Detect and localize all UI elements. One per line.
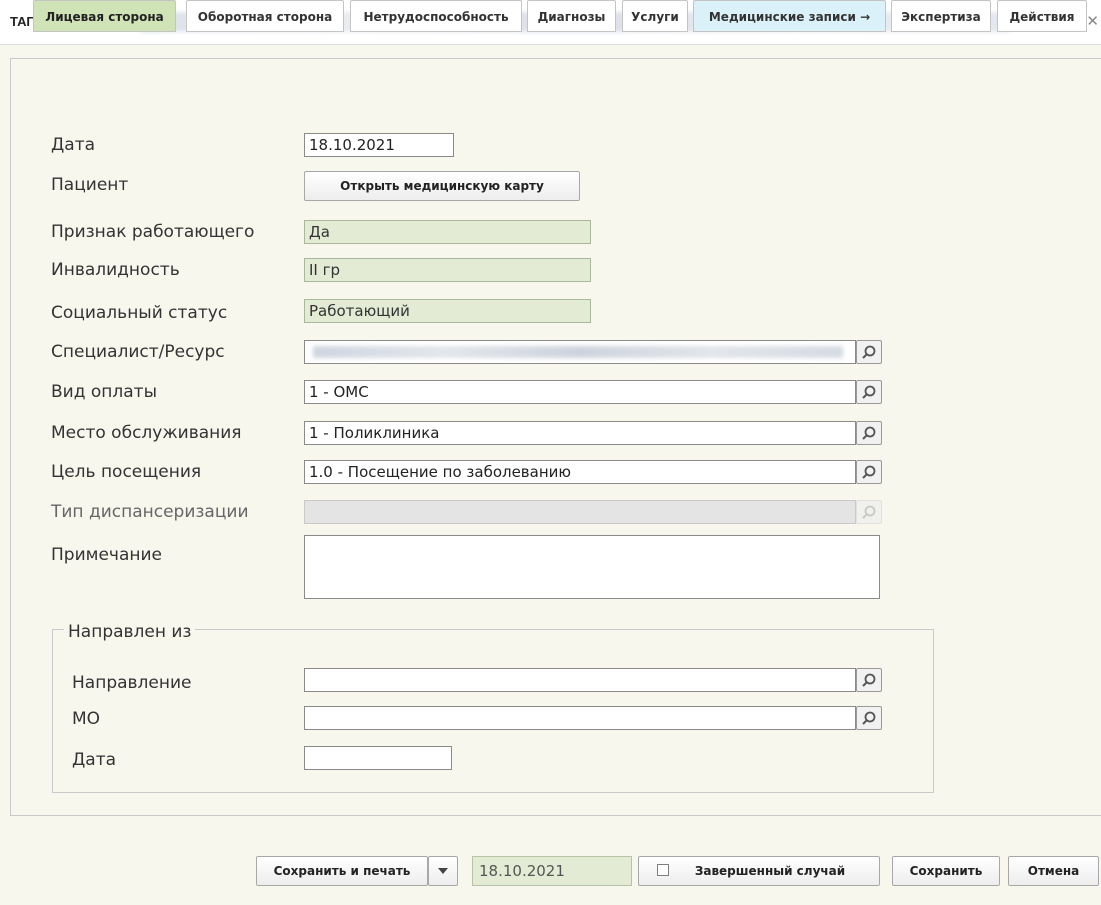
tab-medical-records[interactable]: Медицинские записи → — [693, 0, 886, 32]
specialist-field[interactable] — [304, 340, 856, 364]
tab-actions[interactable]: Действия — [997, 0, 1087, 32]
tab-disability[interactable]: Нетрудоспособность — [350, 0, 522, 32]
purpose-search-button[interactable] — [856, 460, 882, 484]
completed-case-checkbox[interactable]: Завершенный случай — [638, 856, 880, 886]
payment-search-button[interactable] — [856, 380, 882, 404]
purpose-field[interactable]: 1.0 - Посещение по заболеванию — [304, 460, 856, 484]
search-icon — [862, 673, 876, 687]
payment-field[interactable]: 1 - ОМС — [304, 380, 856, 404]
place-label: Место обслуживания — [51, 423, 242, 443]
social-status-label: Социальный статус — [51, 303, 228, 323]
tap-window: ТАП/МКАБ № ✕ Лицевая сторона Оборотная с… — [0, 0, 1101, 905]
place-field[interactable]: 1 - Поликлиника — [304, 421, 856, 445]
payment-label: Вид оплаты — [51, 382, 157, 402]
open-medical-card-button[interactable]: Открыть медицинскую карту — [304, 171, 580, 201]
direction-field[interactable] — [304, 668, 856, 692]
disability-label: Инвалидность — [51, 260, 180, 280]
purpose-label: Цель посещения — [51, 462, 202, 482]
place-search-button[interactable] — [856, 421, 882, 445]
working-label: Признак работающего — [51, 222, 255, 242]
date-field[interactable]: 18.10.2021 — [304, 133, 454, 157]
note-label: Примечание — [51, 545, 162, 565]
search-icon — [862, 426, 876, 440]
save-button[interactable]: Сохранить — [892, 856, 1000, 886]
dispensary-search-button — [856, 500, 882, 524]
mo-search-button[interactable] — [856, 706, 882, 730]
social-status-value: Работающий — [304, 299, 591, 323]
date-label: Дата — [51, 135, 96, 155]
close-icon[interactable]: ✕ — [1086, 12, 1099, 30]
save-and-print-button[interactable]: Сохранить и печать — [256, 856, 428, 886]
direction-label: Направление — [72, 673, 192, 693]
tab-back-side[interactable]: Оборотная сторона — [186, 0, 344, 32]
mo-label: МО — [72, 709, 101, 729]
direction-search-button[interactable] — [856, 668, 882, 692]
specialist-search-button[interactable] — [856, 340, 882, 364]
search-icon — [862, 345, 876, 359]
referral-legend: Направлен из — [64, 622, 196, 642]
specialist-redacted — [313, 346, 843, 358]
checkbox-icon[interactable] — [657, 864, 669, 876]
dispensary-label: Тип диспансеризации — [51, 502, 249, 522]
referral-date-label: Дата — [72, 750, 117, 770]
cancel-button[interactable]: Отмена — [1008, 856, 1099, 886]
dispensary-field — [304, 500, 856, 524]
referral-date-field[interactable] — [304, 746, 452, 770]
search-icon — [862, 711, 876, 725]
tab-services[interactable]: Услуги — [622, 0, 688, 32]
search-icon — [862, 465, 876, 479]
tab-diagnoses[interactable]: Диагнозы — [527, 0, 616, 32]
patient-label: Пациент — [51, 175, 129, 195]
search-icon — [862, 505, 876, 519]
footer-date-field: 18.10.2021 — [472, 856, 632, 886]
note-textarea[interactable] — [304, 535, 880, 599]
specialist-label: Специалист/Ресурс — [51, 342, 225, 362]
completed-case-label: Завершенный случай — [694, 864, 846, 878]
disability-value: II гр — [304, 258, 591, 282]
chevron-down-icon — [438, 868, 448, 874]
search-icon — [862, 385, 876, 399]
working-value: Да — [304, 220, 591, 244]
tab-expertise[interactable]: Экспертиза — [891, 0, 991, 32]
tab-front-side[interactable]: Лицевая сторона — [33, 0, 176, 32]
mo-field[interactable] — [304, 706, 856, 730]
